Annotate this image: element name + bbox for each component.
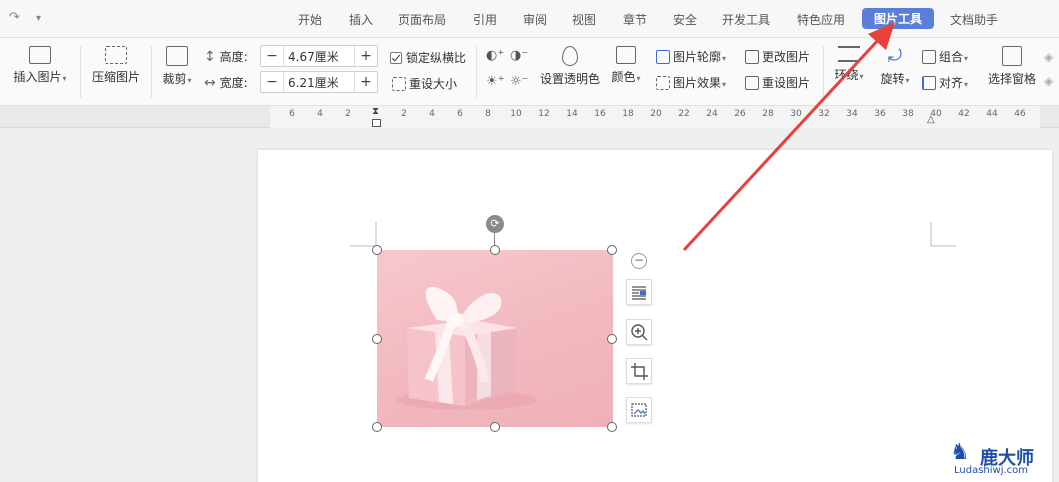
watermark-site: Ludashiwj.com [954, 465, 1029, 476]
red-arrow-annotation [682, 22, 895, 252]
site-watermark: ♞ 鹿大师 Ludashiwj.com [950, 438, 1056, 478]
deer-logo-icon: ♞ [950, 440, 970, 465]
